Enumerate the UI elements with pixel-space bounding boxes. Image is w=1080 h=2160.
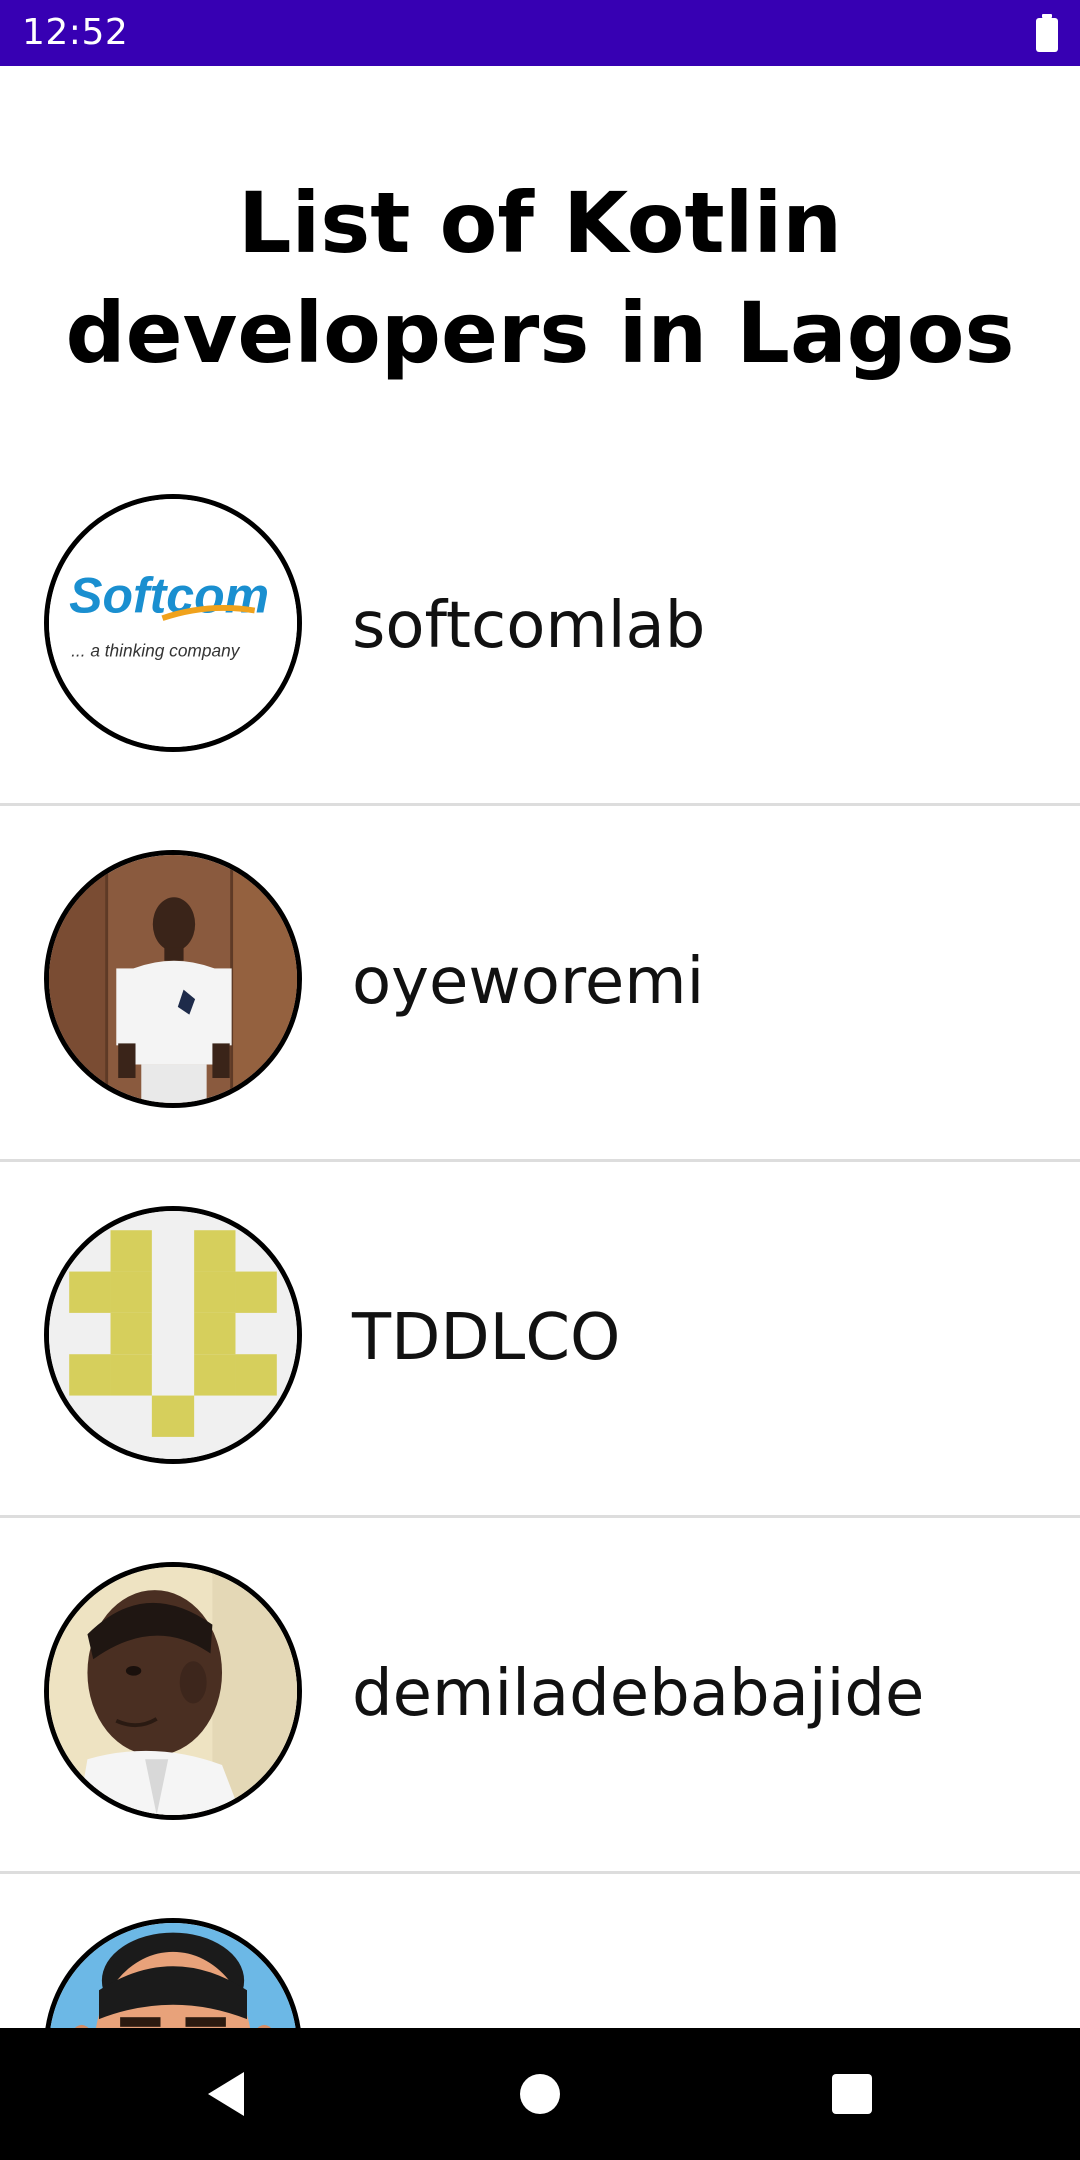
list-item[interactable]: demiladebabajide [0, 1518, 1080, 1874]
identicon-icon [49, 1211, 297, 1459]
status-bar: 12:52 [0, 0, 1080, 66]
softcom-logo-tagline: ... a thinking company [71, 641, 241, 661]
list-item[interactable]: oyeworemi [0, 806, 1080, 1162]
person-photo-icon [49, 855, 297, 1103]
person-photo-avatar [44, 850, 302, 1108]
developer-username: TDDLCO [352, 1301, 621, 1375]
recents-square-icon[interactable] [822, 2064, 882, 2124]
list-item[interactable]: Softcom ... a thinking company softcomla… [0, 450, 1080, 806]
softcom-logo-avatar: Softcom ... a thinking company [44, 494, 302, 752]
list-item[interactable] [0, 1874, 1080, 2028]
identicon-avatar [44, 1206, 302, 1464]
developer-username: softcomlab [352, 589, 706, 663]
status-time: 12:52 [22, 12, 129, 53]
person-photo-icon [49, 1567, 297, 1815]
cartoon-avatar-icon [49, 1923, 297, 2028]
person-photo-avatar [44, 1562, 302, 1820]
softcom-logo-icon: Softcom ... a thinking company [49, 499, 297, 747]
developer-username: demiladebabajide [352, 1657, 925, 1731]
list-item[interactable]: TDDLCO [0, 1162, 1080, 1518]
page-title: List of Kotlin developers in Lagos [65, 174, 1015, 382]
home-circle-icon[interactable] [510, 2064, 570, 2124]
battery-full-icon [1036, 14, 1058, 52]
developer-list[interactable]: Softcom ... a thinking company softcomla… [0, 450, 1080, 2028]
cartoon-avatar [44, 1918, 302, 2028]
developer-username: oyeworemi [352, 945, 705, 1019]
navigation-bar [0, 2028, 1080, 2160]
back-triangle-icon[interactable] [200, 2064, 260, 2124]
